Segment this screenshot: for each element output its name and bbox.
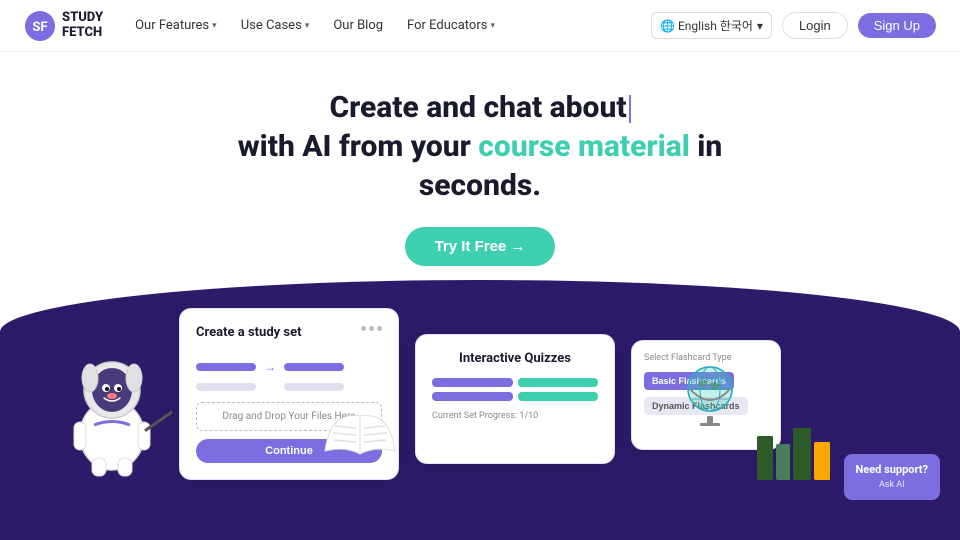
support-subtitle: Ask AI bbox=[856, 479, 928, 493]
quiz-pill-blue-1 bbox=[432, 378, 513, 387]
quiz-pill-blue-2 bbox=[432, 392, 513, 401]
nav-links: Our Features ▾ Use Cases ▾ Our Blog For … bbox=[135, 18, 651, 33]
quiz-row-1 bbox=[432, 378, 598, 387]
hero-heading: Create and chat about with AI from your … bbox=[24, 88, 936, 205]
books-decoration bbox=[757, 428, 830, 480]
quiz-rows bbox=[432, 378, 598, 401]
book-2 bbox=[776, 444, 790, 480]
cursor-blink bbox=[629, 95, 631, 123]
try-free-button[interactable]: Try It Free → bbox=[405, 227, 556, 266]
nav-use-cases[interactable]: Use Cases ▾ bbox=[241, 18, 310, 33]
signup-button[interactable]: Sign Up bbox=[858, 13, 936, 38]
book-1 bbox=[757, 436, 773, 480]
open-book-decoration bbox=[320, 406, 400, 460]
chevron-down-icon: ▾ bbox=[212, 21, 217, 31]
chevron-down-icon: ▾ bbox=[757, 19, 763, 33]
navbar: SF STUDY FETCH Our Features ▾ Use Cases … bbox=[0, 0, 960, 52]
logo-icon: SF bbox=[24, 10, 56, 42]
card-study-title: Create a study set bbox=[196, 325, 302, 340]
logo[interactable]: SF STUDY FETCH bbox=[24, 10, 103, 42]
open-book-svg bbox=[320, 406, 400, 456]
chevron-down-icon: ▾ bbox=[490, 21, 495, 31]
globe-decoration bbox=[680, 361, 740, 430]
lines-row-2: → bbox=[196, 380, 382, 394]
quiz-row-2 bbox=[432, 392, 598, 401]
chevron-down-icon: ▾ bbox=[305, 21, 310, 31]
login-button[interactable]: Login bbox=[782, 12, 848, 39]
logo-text: STUDY FETCH bbox=[62, 11, 103, 40]
nav-features[interactable]: Our Features ▾ bbox=[135, 18, 217, 33]
book-3 bbox=[793, 428, 811, 480]
quiz-pill-green-2 bbox=[518, 392, 599, 401]
line-block-gray bbox=[196, 383, 256, 391]
line-block-gray-2 bbox=[284, 383, 344, 391]
book-4 bbox=[814, 442, 830, 480]
line-block bbox=[196, 363, 256, 371]
support-title: Need support? bbox=[856, 462, 928, 479]
card-menu-dots[interactable] bbox=[361, 326, 382, 331]
nav-right: 🌐 English 한국어 ▾ Login Sign Up bbox=[651, 12, 936, 39]
quiz-card-title: Interactive Quizzes bbox=[432, 351, 598, 366]
quiz-progress-label: Current Set Progress: 1/10 bbox=[432, 411, 598, 421]
nav-blog[interactable]: Our Blog bbox=[333, 18, 383, 33]
arrow-right-icon: → bbox=[264, 360, 276, 374]
language-selector[interactable]: 🌐 English 한국어 ▾ bbox=[651, 12, 772, 39]
nav-educators[interactable]: For Educators ▾ bbox=[407, 18, 495, 33]
lines-row-1: → bbox=[196, 360, 382, 374]
quiz-card: Interactive Quizzes Current Set Progress… bbox=[415, 334, 615, 464]
support-badge[interactable]: Need support? Ask AI bbox=[844, 454, 940, 500]
svg-text:SF: SF bbox=[32, 20, 47, 35]
hero-section: Create and chat about with AI from your … bbox=[0, 52, 960, 286]
dog-mascot bbox=[52, 330, 172, 480]
line-block-2 bbox=[284, 363, 344, 371]
globe-icon bbox=[680, 361, 740, 426]
quiz-pill-green-1 bbox=[518, 378, 599, 387]
mascot-svg bbox=[52, 330, 172, 480]
